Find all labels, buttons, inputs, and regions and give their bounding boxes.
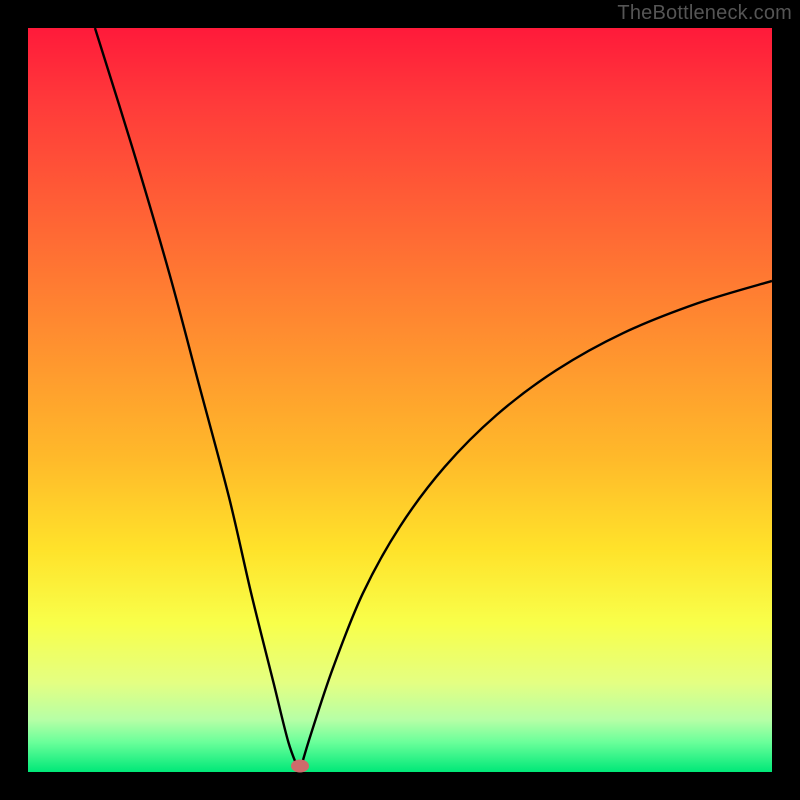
plot-area (28, 28, 772, 772)
right-branch-path (300, 281, 772, 772)
curve-svg (28, 28, 772, 772)
vertex-marker (291, 760, 309, 773)
chart-frame: TheBottleneck.com (0, 0, 800, 800)
attribution-text: TheBottleneck.com (617, 2, 792, 25)
left-branch-path (95, 28, 300, 772)
